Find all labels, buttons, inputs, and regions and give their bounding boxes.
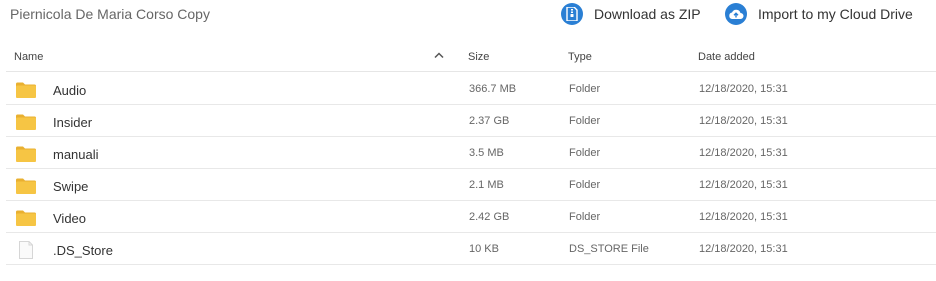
file-icon	[19, 241, 33, 259]
sort-ascending-icon[interactable]	[434, 51, 444, 59]
file-date: 12/18/2020, 15:31	[699, 115, 788, 127]
zip-icon	[561, 3, 583, 25]
file-size: 2.37 GB	[469, 115, 510, 127]
file-type: Folder	[569, 211, 601, 223]
file-size: 10 KB	[469, 243, 499, 255]
file-date: 12/18/2020, 15:31	[699, 243, 788, 255]
table-row[interactable]: Audio 366.7 MB Folder 12/18/2020, 15:31	[6, 73, 936, 105]
file-name: manuali	[53, 147, 99, 162]
file-name: Swipe	[53, 179, 89, 194]
folder-title: Piernicola De Maria Corso Copy	[10, 6, 210, 22]
column-header-name[interactable]: Name	[14, 51, 43, 63]
cloud-upload-icon	[725, 3, 747, 25]
file-type: Folder	[569, 83, 601, 95]
folder-icon	[16, 178, 36, 194]
folder-icon	[16, 114, 36, 130]
table-row[interactable]: manuali 3.5 MB Folder 12/18/2020, 15:31	[6, 137, 936, 169]
top-bar: Piernicola De Maria Corso Copy Download …	[0, 0, 936, 30]
file-name: Audio	[53, 83, 87, 98]
file-size: 3.5 MB	[469, 147, 504, 159]
file-type: DS_STORE File	[569, 243, 649, 255]
folder-icon	[16, 146, 36, 162]
import-cloud-label: Import to my Cloud Drive	[758, 6, 913, 22]
file-size: 366.7 MB	[469, 83, 517, 95]
import-cloud-button[interactable]: Import to my Cloud Drive	[725, 3, 913, 25]
download-zip-label: Download as ZIP	[594, 6, 701, 22]
table-header: Name Size Type Date added	[6, 40, 936, 72]
file-date: 12/18/2020, 15:31	[699, 211, 788, 223]
table-row[interactable]: Swipe 2.1 MB Folder 12/18/2020, 15:31	[6, 169, 936, 201]
file-type: Folder	[569, 147, 601, 159]
file-date: 12/18/2020, 15:31	[699, 83, 788, 95]
folder-icon	[16, 210, 36, 226]
column-header-size[interactable]: Size	[468, 51, 489, 63]
file-size: 2.1 MB	[469, 179, 504, 191]
file-name: Insider	[53, 115, 93, 130]
file-name: .DS_Store	[53, 243, 113, 258]
download-zip-button[interactable]: Download as ZIP	[561, 3, 701, 25]
file-date: 12/18/2020, 15:31	[699, 147, 788, 159]
table-row[interactable]: .DS_Store 10 KB DS_STORE File 12/18/2020…	[6, 233, 936, 265]
table-row[interactable]: Video 2.42 GB Folder 12/18/2020, 15:31	[6, 201, 936, 233]
file-type: Folder	[569, 115, 601, 127]
file-type: Folder	[569, 179, 601, 191]
column-header-type[interactable]: Type	[568, 51, 592, 63]
file-name: Video	[53, 211, 87, 226]
table-row[interactable]: Insider 2.37 GB Folder 12/18/2020, 15:31	[6, 105, 936, 137]
folder-icon	[16, 82, 36, 98]
column-header-date[interactable]: Date added	[698, 51, 755, 63]
file-size: 2.42 GB	[469, 211, 510, 223]
file-date: 12/18/2020, 15:31	[699, 179, 788, 191]
